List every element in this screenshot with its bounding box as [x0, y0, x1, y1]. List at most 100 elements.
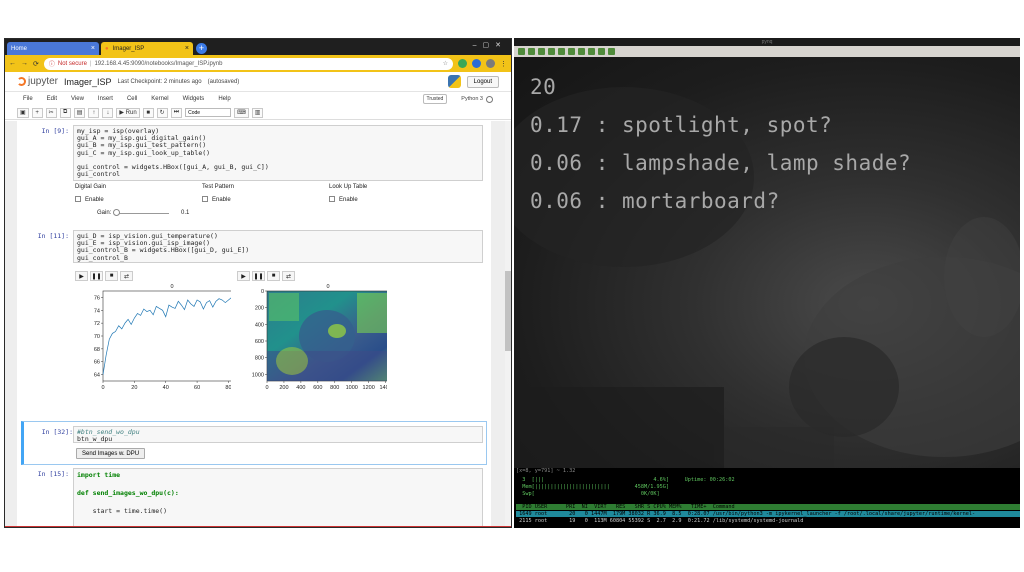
- trusted-badge[interactable]: Trusted: [422, 94, 448, 104]
- cell-prompt: In [15]:: [37, 470, 69, 478]
- repeat-icon[interactable]: ⇄: [120, 271, 133, 281]
- menu-file[interactable]: File: [23, 96, 33, 102]
- menu-kernel[interactable]: Kernel: [151, 96, 168, 102]
- pan-icon[interactable]: [548, 48, 555, 55]
- notebook-toolbar: ▣ + ✂ ⧉ ▤ ↑ ↓ ▶ Run ■ ↻ ⏭ Code ⌨ ▥: [5, 106, 511, 120]
- temperature-line-chart: 0 0 20 40 60 80 64 66 68 70 72 74 76: [94, 284, 231, 391]
- code-cell-input[interactable]: import time def send_images_wo_dpu(c): s…: [73, 468, 483, 527]
- restart-icon[interactable]: ↻: [156, 107, 168, 118]
- prediction-line: 0.17 : spotlight, spot?: [530, 113, 833, 137]
- x-tick-label: 400: [296, 385, 305, 391]
- add-cell-icon[interactable]: +: [31, 107, 43, 118]
- scrollbar[interactable]: [505, 121, 511, 527]
- process-row-selected[interactable]: 1649 root 20 0 1447M 179M 38032 R 36.9 8…: [516, 511, 1020, 517]
- zoom-icon[interactable]: [588, 48, 595, 55]
- process-row[interactable]: 2115 root 19 0 113M 60804 55392 S 2.7 2.…: [516, 518, 1020, 524]
- cell-prompt: In [9]:: [41, 127, 69, 135]
- test-pattern-label: Test Pattern: [202, 184, 235, 190]
- keyboard-icon[interactable]: ⌨: [234, 107, 249, 118]
- send-images-dpu-button[interactable]: Send Images w. DPU: [76, 448, 146, 459]
- url-input[interactable]: ⓘ Not secure | 192.168.4.45:9090/noteboo…: [43, 57, 453, 70]
- menu-widgets[interactable]: Widgets: [183, 96, 205, 102]
- star-icon[interactable]: ☆: [443, 60, 448, 67]
- repeat-icon[interactable]: ⇄: [282, 271, 295, 281]
- move-up-icon[interactable]: ↑: [88, 107, 100, 118]
- settings-icon[interactable]: [608, 48, 615, 55]
- code-cell-input[interactable]: #btn_send_wo_dpu btn_w_dpu: [73, 426, 483, 443]
- jupyter-logo[interactable]: jupyter: [17, 76, 58, 87]
- notebook-area[interactable]: In [9]: my_isp = isp(overlay) gui_A = my…: [5, 121, 511, 527]
- stop-icon[interactable]: ■: [267, 271, 280, 281]
- copy-icon[interactable]: ⧉: [59, 107, 71, 118]
- tab-imager-isp[interactable]: ● Imager_ISP ×: [101, 42, 193, 55]
- y-tick-label: 68: [94, 347, 100, 353]
- menu-insert[interactable]: Insert: [98, 96, 113, 102]
- menu-icon[interactable]: ⋮: [500, 60, 507, 68]
- pause-icon[interactable]: ❚❚: [90, 271, 103, 281]
- code-line: gui_control_B: [77, 253, 128, 262]
- cell-type-select[interactable]: Code: [185, 108, 232, 117]
- home-icon[interactable]: [518, 48, 525, 55]
- code-cell-input[interactable]: gui_D = isp_vision.gui_temperature() gui…: [73, 230, 483, 263]
- close-icon[interactable]: ×: [91, 45, 95, 52]
- profile-icon[interactable]: [486, 59, 495, 68]
- x-tick-label: 20: [131, 385, 137, 391]
- stop-icon[interactable]: ■: [105, 271, 118, 281]
- gain-slider-track[interactable]: [117, 213, 169, 214]
- menu-edit[interactable]: Edit: [47, 96, 57, 102]
- reload-icon[interactable]: ⟳: [33, 60, 39, 68]
- autosave-status: (autosaved): [207, 78, 240, 85]
- restart-run-icon[interactable]: ⏭: [170, 107, 183, 118]
- run-button[interactable]: ▶ Run: [116, 107, 140, 118]
- stop-icon[interactable]: ■: [142, 107, 154, 118]
- prediction-line: 0.06 : mortarboard?: [530, 189, 780, 213]
- save-icon[interactable]: ▣: [17, 107, 29, 118]
- y-tick-label: 74: [94, 308, 100, 314]
- back-icon[interactable]: [528, 48, 535, 55]
- look-up-table-enable-checkbox[interactable]: [329, 196, 335, 202]
- play-icon[interactable]: ▶: [75, 271, 88, 281]
- digital-gain-enable-checkbox[interactable]: [75, 196, 81, 202]
- menu-help[interactable]: Help: [218, 96, 230, 102]
- pan-icon[interactable]: [558, 48, 565, 55]
- swap-meter: Swp[ 0K/0K]: [516, 491, 660, 497]
- camera-terminal-window: pynq 20 0.17 : spotlight, spot? 0.06: l…: [514, 38, 1020, 528]
- x-tick-label: 1200: [363, 385, 375, 391]
- htop-terminal[interactable]: [x=8, y=791] ~ 1.32 3 [||| 4.6%] Uptime:…: [514, 468, 1020, 528]
- paste-icon[interactable]: ▤: [73, 107, 86, 118]
- back-icon[interactable]: ←: [9, 60, 16, 67]
- notebook-title[interactable]: Imager_ISP: [64, 77, 112, 87]
- cut-icon[interactable]: ✂: [45, 107, 57, 118]
- chart-title: 0: [326, 284, 329, 290]
- isp-image-heatmap: 0 0 200 400 600 800 1000 1200 1400 0 200 400 600 800 1…: [252, 284, 387, 391]
- play-icon[interactable]: ▶: [237, 271, 250, 281]
- menu-cell[interactable]: Cell: [127, 96, 137, 102]
- extension-icon[interactable]: [458, 59, 467, 68]
- save-icon[interactable]: [598, 48, 605, 55]
- gain-slider-handle[interactable]: [113, 209, 120, 216]
- new-tab-icon[interactable]: +: [196, 43, 207, 54]
- y-tick-label: 70: [94, 334, 100, 340]
- extension-icon[interactable]: [472, 59, 481, 68]
- logout-button[interactable]: Logout: [466, 75, 499, 88]
- chart-icon[interactable]: ▥: [251, 107, 264, 118]
- pause-icon[interactable]: ❚❚: [252, 271, 265, 281]
- close-icon[interactable]: ×: [185, 45, 189, 52]
- status-line: [x=8, y=791] ~ 1.32: [516, 468, 576, 474]
- forward-icon[interactable]: [538, 48, 545, 55]
- menu-view[interactable]: View: [71, 96, 84, 102]
- code-cell-input[interactable]: my_isp = isp(overlay) gui_A = my_isp.gui…: [73, 125, 483, 181]
- test-pattern-enable-checkbox[interactable]: [202, 196, 208, 202]
- move-down-icon[interactable]: ↓: [102, 107, 114, 118]
- security-label: Not secure: [57, 60, 87, 67]
- forward-icon[interactable]: →: [21, 60, 28, 67]
- zoom-icon[interactable]: [568, 48, 575, 55]
- browser-window: Home × ● Imager_ISP × + –▢✕ ← → ⟳ ⓘ Not …: [4, 38, 512, 528]
- process-table-header: PID USER PRI NI VIRT RES SHR S CPU% MEM%…: [516, 504, 1020, 510]
- zoom-icon[interactable]: [578, 48, 585, 55]
- window-controls[interactable]: –▢✕: [473, 41, 507, 49]
- y-tick-label: 1000: [252, 372, 264, 378]
- tab-home[interactable]: Home ×: [7, 42, 99, 55]
- x-tick-label: 1000: [346, 385, 358, 391]
- scrollbar-thumb[interactable]: [505, 271, 511, 351]
